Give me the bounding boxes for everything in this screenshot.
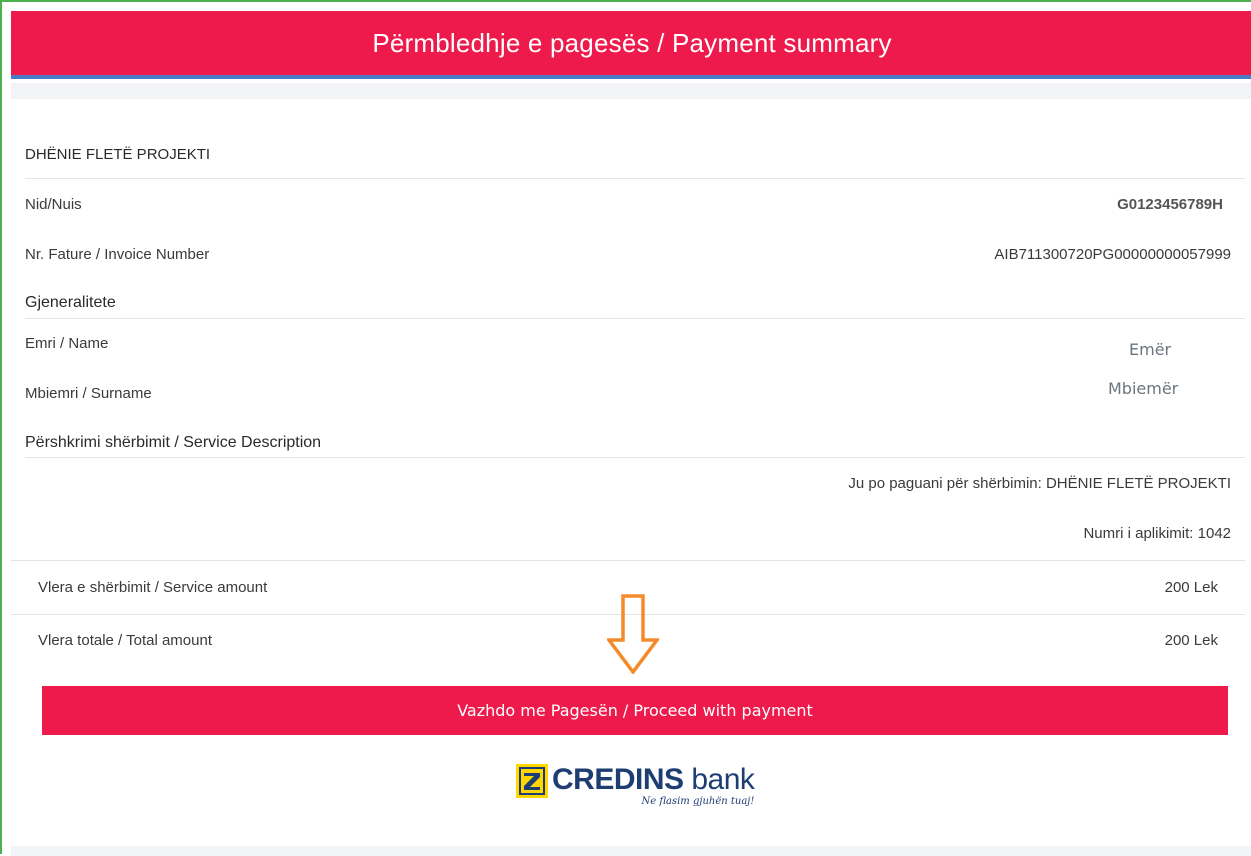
logo-brand: CREDINS bank	[552, 763, 755, 796]
divider	[11, 560, 1245, 561]
divider	[25, 318, 1245, 319]
footer-band	[11, 846, 1251, 856]
logo-text: CREDINS bank Ne flasim gjuhën tuaj!	[552, 763, 755, 808]
nid-label: Nid/Nuis	[25, 196, 82, 213]
name-label: Emri / Name	[25, 335, 109, 352]
total-amount-value: 200 Lek	[1164, 632, 1218, 649]
total-amount-label: Vlera totale / Total amount	[38, 632, 212, 649]
page-header: Përmbledhje e pagesës / Payment summary	[11, 11, 1251, 79]
divider	[25, 457, 1245, 458]
surname-field[interactable]: Mbiemër	[1108, 379, 1178, 398]
invoice-value: AIB711300720PG00000000057999	[994, 246, 1231, 263]
service-title: DHËNIE FLETË PROJEKTI	[25, 146, 211, 163]
page-frame: Përmbledhje e pagesës / Payment summary …	[0, 0, 1251, 856]
description-section-title: Përshkrimi shërbimit / Service Descripti…	[25, 434, 322, 451]
proceed-payment-button[interactable]: Vazhdo me Pagesën / Proceed with payment	[42, 686, 1228, 735]
service-amount-label: Vlera e shërbimit / Service amount	[38, 579, 268, 596]
surname-label: Mbiemri / Surname	[25, 385, 152, 402]
nid-value: G0123456789H	[1117, 196, 1223, 213]
page-title: Përmbledhje e pagesës / Payment summary	[372, 27, 892, 58]
header-band	[11, 83, 1251, 99]
logo-slogan: Ne flasim gjuhën tuaj!	[641, 796, 755, 807]
divider	[25, 178, 1245, 179]
name-field[interactable]: Emër	[1129, 340, 1171, 359]
invoice-label: Nr. Fature / Invoice Number	[25, 246, 210, 263]
credins-logo: CREDINS bank Ne flasim gjuhën tuaj!	[516, 764, 756, 812]
personal-section-title: Gjeneralitete	[25, 294, 116, 311]
credins-logo-icon	[516, 764, 548, 798]
description-text: Ju po paguani për shërbimin: DHËNIE FLET…	[848, 475, 1231, 492]
arrow-down-icon	[607, 594, 659, 674]
service-amount-value: 200 Lek	[1164, 579, 1218, 596]
application-number: Numri i aplikimit: 1042	[1083, 525, 1231, 542]
